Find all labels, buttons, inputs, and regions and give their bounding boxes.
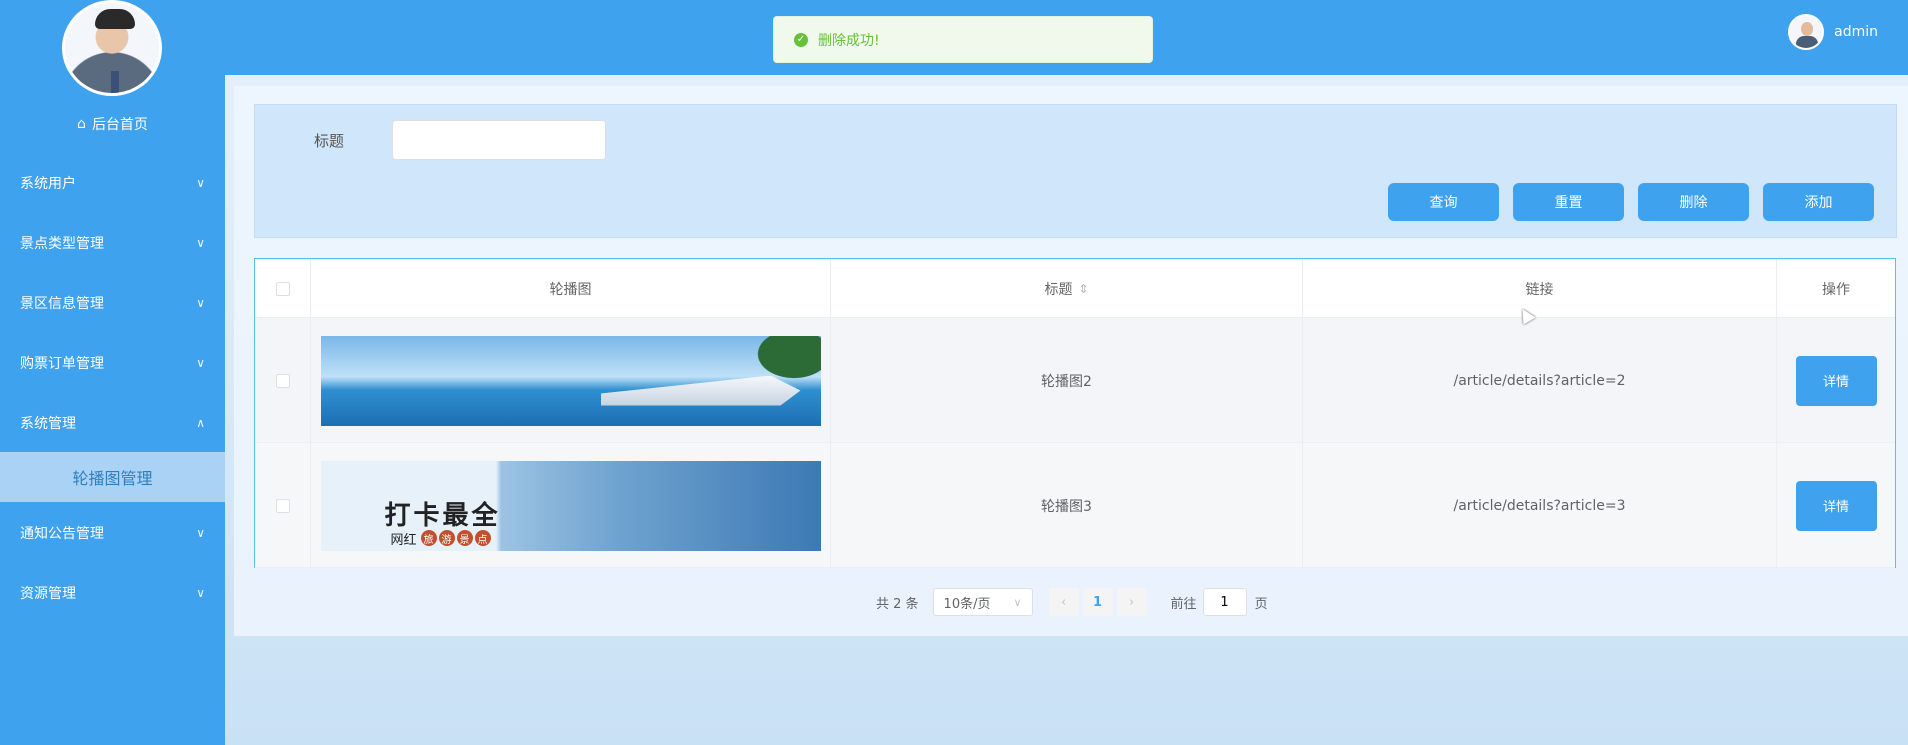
column-header-link: 链接 [1303, 259, 1777, 318]
sidebar-item-home[interactable]: ⌂ 后台首页 [0, 112, 225, 136]
title-filter-label: 标题 [314, 132, 345, 150]
chevron-down-icon: ∨ [1013, 595, 1022, 609]
reset-button[interactable]: 重置 [1513, 183, 1624, 221]
table-row: 打卡最全 网红 旅 游 景 点 轮播图3 /article/details?ar… [255, 443, 1895, 568]
carousel-image [320, 335, 821, 426]
detail-button[interactable]: 详情 [1795, 355, 1877, 406]
banner-headline: 打卡最全 [384, 500, 501, 531]
sidebar-item-system-management[interactable]: 系统管理 ∧ [0, 403, 225, 443]
avatar [1788, 14, 1825, 50]
title-search-input[interactable] [392, 120, 606, 160]
table-header: 轮播图 标题 ⇕ 链接 操作 [255, 259, 1895, 318]
column-header-image: 轮播图 [311, 259, 831, 318]
chevron-down-icon: ∨ [196, 236, 205, 250]
chevron-down-icon: ∨ [196, 176, 205, 190]
sidebar-subitem-carousel[interactable]: 轮播图管理 [0, 452, 225, 502]
delete-button[interactable]: 删除 [1638, 183, 1749, 221]
row-title: 轮播图2 [831, 318, 1303, 443]
chevron-down-icon: ∨ [196, 526, 205, 540]
row-link: /article/details?article=2 [1303, 318, 1777, 443]
page-size-select[interactable]: 10条/页 ∨ [932, 588, 1033, 616]
chevron-down-icon: ∨ [196, 586, 205, 600]
column-header-title[interactable]: 标题 ⇕ [831, 259, 1303, 318]
sort-icon[interactable]: ⇕ [1078, 282, 1088, 296]
sidebar-item-notice[interactable]: 通知公告管理 ∨ [0, 513, 225, 553]
prev-page-button[interactable]: ‹ [1048, 588, 1079, 616]
home-icon: ⌂ [77, 116, 86, 132]
sidebar-item-ticket-orders[interactable]: 购票订单管理 ∨ [0, 343, 225, 383]
chevron-down-icon: ∨ [196, 356, 205, 370]
carousel-image: 打卡最全 网红 旅 游 景 点 [320, 460, 821, 551]
page-number[interactable]: 1 [1082, 588, 1113, 616]
goto-page-input[interactable] [1202, 588, 1247, 616]
sidebar-item-system-users[interactable]: 系统用户 ∨ [0, 163, 225, 203]
sidebar: ⌂ 后台首页 系统用户 ∨ 景点类型管理 ∨ 景区信息管理 ∨ 购票订单管理 ∨… [0, 0, 225, 745]
sidebar-item-scenic-type[interactable]: 景点类型管理 ∨ [0, 223, 225, 263]
username: admin [1834, 24, 1878, 40]
chevron-right-icon: › [1128, 594, 1135, 610]
check-icon: ✓ [794, 32, 808, 47]
query-button[interactable]: 查询 [1388, 183, 1499, 221]
row-checkbox[interactable] [275, 498, 290, 513]
detail-button[interactable]: 详情 [1795, 480, 1877, 531]
row-checkbox[interactable] [275, 373, 290, 388]
select-all-cell [255, 259, 311, 318]
row-link: /article/details?article=3 [1303, 443, 1777, 568]
carousel-table: 轮播图 标题 ⇕ 链接 操作 轮播图2 /article/details?art… [254, 258, 1896, 568]
chevron-left-icon: ‹ [1060, 594, 1067, 610]
goto-unit: 页 [1254, 596, 1268, 612]
user-menu[interactable]: admin [1788, 14, 1878, 50]
row-title: 轮播图3 [831, 443, 1303, 568]
toast-message: 删除成功! [818, 32, 880, 49]
pagination: 共 2 条 10条/页 ∨ ‹ 1 › 前往 页 [876, 588, 1268, 616]
sidebar-item-resources[interactable]: 资源管理 ∨ [0, 573, 225, 613]
goto-label: 前往 [1170, 596, 1197, 612]
sidebar-item-scenic-info[interactable]: 景区信息管理 ∨ [0, 283, 225, 323]
sidebar-item-label: 后台首页 [91, 117, 148, 133]
column-header-actions: 操作 [1822, 281, 1850, 298]
success-toast: ✓ 删除成功! [773, 16, 1153, 63]
select-all-checkbox[interactable] [275, 281, 290, 296]
next-page-button[interactable]: › [1116, 588, 1147, 616]
user-avatar [62, 0, 162, 96]
total-count: 共 2 条 [876, 596, 919, 612]
add-button[interactable]: 添加 [1763, 183, 1874, 221]
chevron-down-icon: ∨ [196, 296, 205, 310]
table-row: 轮播图2 /article/details?article=2 详情 [255, 318, 1895, 443]
chevron-up-icon: ∧ [196, 416, 205, 430]
